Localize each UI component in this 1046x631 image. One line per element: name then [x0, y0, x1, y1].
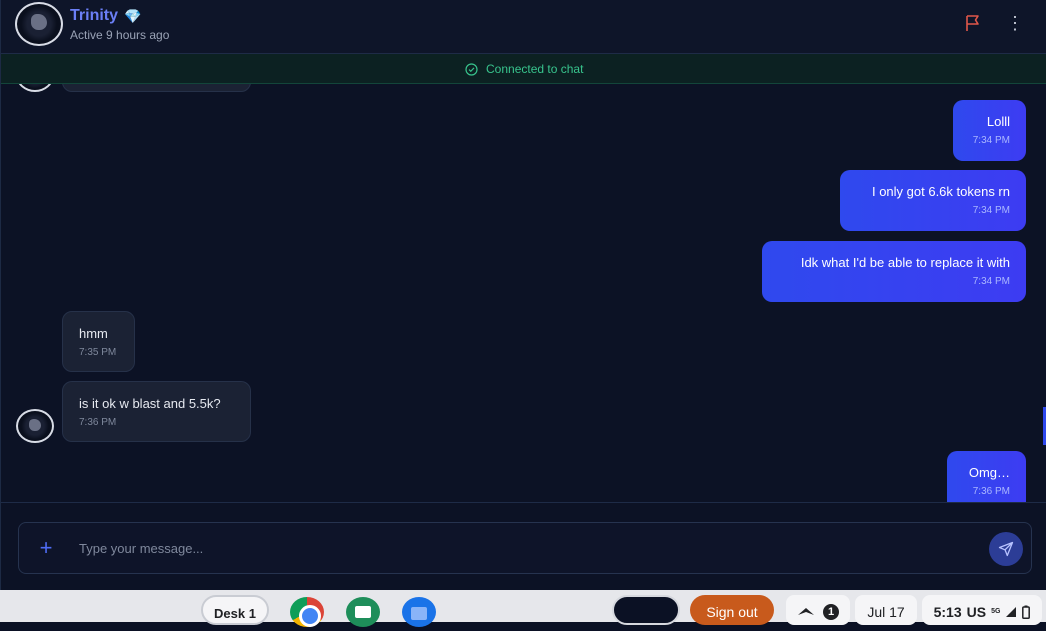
- status-tray[interactable]: 5:13 US 5G: [922, 595, 1042, 625]
- chrome-icon[interactable]: [290, 597, 324, 627]
- message-input[interactable]: [79, 533, 979, 563]
- message-text: hmm: [79, 326, 108, 341]
- send-icon: [998, 541, 1014, 557]
- connection-banner: Connected to chat: [1, 54, 1046, 84]
- message-text: Omg…: [968, 465, 1010, 480]
- signal-icon: [1006, 607, 1017, 617]
- message-time: 7:36 PM: [79, 417, 117, 428]
- date-tray[interactable]: Jul 17: [855, 595, 917, 625]
- message-time: 7:34 PM: [972, 276, 1010, 287]
- check-circle-icon: [465, 62, 478, 76]
- locale-indicator: US: [966, 604, 987, 620]
- notification-tray[interactable]: 1: [786, 595, 850, 625]
- message-bubble-outgoing: Idk what I'd be able to replace it with …: [762, 241, 1026, 302]
- message-time: 7:34 PM: [972, 205, 1010, 216]
- classroom-icon[interactable]: [346, 597, 380, 627]
- chat-header: Trinity 💎 Active 9 hours ago ⋮: [1, 0, 1046, 54]
- message-text: Idk what I'd be able to replace it with: [800, 255, 1010, 270]
- clock-time: 5:13: [933, 604, 962, 620]
- message-text: I only got 6.6k tokens rn: [871, 184, 1010, 199]
- phone-hub-icon: [798, 608, 814, 615]
- desk-button[interactable]: Desk 1: [201, 595, 269, 625]
- message-time: 7:34 PM: [972, 135, 1010, 146]
- connection-status-text: Connected to chat: [486, 62, 584, 76]
- contact-avatar-small: [16, 409, 54, 443]
- message-list[interactable]: Lolll 7:34 PM I only got 6.6k tokens rn …: [1, 84, 1046, 502]
- add-attachment-icon[interactable]: +: [36, 536, 56, 560]
- diamond-icon: 💎: [124, 8, 142, 24]
- message-bubble-outgoing: Lolll 7:34 PM: [953, 100, 1026, 161]
- flag-icon[interactable]: [964, 14, 982, 32]
- notification-count: 1: [823, 604, 839, 620]
- files-icon[interactable]: [402, 597, 436, 627]
- battery-icon: [1022, 605, 1031, 619]
- contact-name[interactable]: Trinity: [70, 7, 118, 25]
- message-bubble-cut-off: [62, 84, 251, 92]
- contact-avatar-small: [16, 84, 54, 92]
- message-bubble-outgoing: Omg… 7:36 PM: [947, 451, 1026, 502]
- message-bubble-incoming: hmm 7:35 PM: [62, 311, 135, 372]
- message-bubble-outgoing: I only got 6.6k tokens rn 7:34 PM: [840, 170, 1026, 231]
- message-text: Lolll: [986, 114, 1010, 129]
- composer-area: +: [1, 502, 1046, 590]
- contact-avatar[interactable]: [15, 2, 63, 46]
- account-avatars[interactable]: [612, 595, 680, 625]
- message-text: is it ok w blast and 5.5k?: [79, 396, 221, 411]
- send-button[interactable]: [989, 532, 1023, 566]
- more-options-icon[interactable]: ⋮: [1006, 13, 1024, 33]
- sign-out-button[interactable]: Sign out: [690, 595, 774, 625]
- message-composer: +: [18, 522, 1032, 574]
- chat-app: Trinity 💎 Active 9 hours ago ⋮ Connected…: [0, 0, 1046, 590]
- message-time: 7:35 PM: [79, 347, 117, 358]
- network-type: 5G: [991, 608, 1001, 615]
- contact-status: Active 9 hours ago: [70, 28, 170, 42]
- system-shelf: Desk 1 Sign out 1 Jul 17 5:13 US 5G: [0, 590, 1046, 627]
- message-time: 7:36 PM: [972, 486, 1010, 497]
- message-bubble-incoming: is it ok w blast and 5.5k? 7:36 PM: [62, 381, 251, 442]
